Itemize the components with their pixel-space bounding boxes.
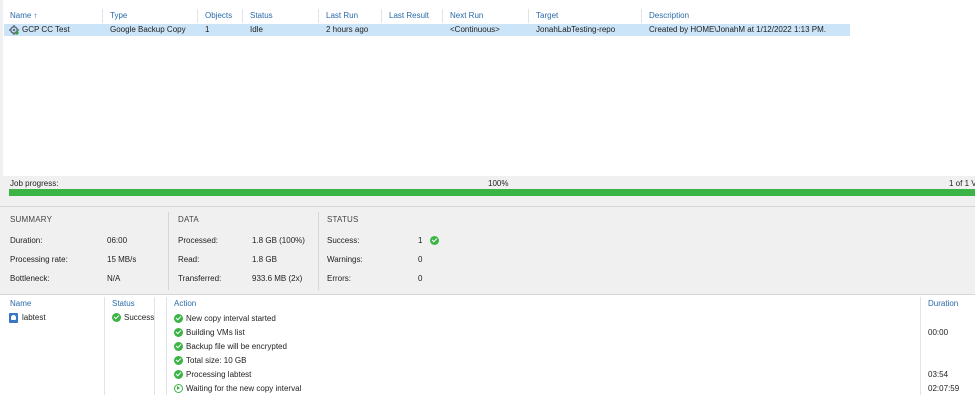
- success-label: Success:: [327, 236, 360, 245]
- vm-status: Success: [124, 313, 155, 322]
- column-divider[interactable]: [381, 9, 382, 23]
- details-col-name[interactable]: Name: [10, 299, 31, 309]
- col-header-type[interactable]: Type: [104, 9, 127, 23]
- action-duration: 03:54: [928, 370, 949, 379]
- duration-label: Duration:: [10, 236, 43, 245]
- action-text: New copy interval started: [186, 314, 276, 323]
- job-objects: 1: [205, 25, 210, 34]
- column-divider[interactable]: [154, 297, 155, 395]
- success-value: 1: [418, 236, 423, 245]
- warnings-label: Warnings:: [327, 255, 363, 264]
- backup-copy-job-icon: [9, 25, 19, 35]
- details-col-duration[interactable]: Duration: [928, 299, 958, 309]
- job-progress-bar: [9, 189, 975, 196]
- job-type: Google Backup Copy: [110, 25, 186, 34]
- job-progress-label: Job progress:: [10, 179, 59, 188]
- col-header-description[interactable]: Description: [643, 9, 689, 23]
- col-header-last-result[interactable]: Last Result: [383, 9, 429, 23]
- processing-rate-value: 15 MB/s: [107, 255, 137, 264]
- column-divider[interactable]: [102, 9, 103, 23]
- job-progress-fill: [9, 189, 975, 196]
- errors-label: Errors:: [327, 274, 351, 283]
- column-divider[interactable]: [104, 297, 105, 395]
- processing-rate-label: Processing rate:: [10, 255, 68, 264]
- action-text: Waiting for the new copy interval: [186, 384, 302, 393]
- col-header-objects[interactable]: Objects: [199, 9, 232, 23]
- sort-ascending-icon: ↑: [33, 11, 38, 20]
- col-header-name[interactable]: Name ↑: [4, 9, 37, 23]
- success-icon: [174, 328, 183, 337]
- col-header-next-run[interactable]: Next Run: [444, 9, 483, 23]
- col-header-last-run[interactable]: Last Run: [320, 9, 358, 23]
- action-text: Backup file will be encrypted: [186, 342, 287, 351]
- job-status: Idle: [250, 25, 263, 34]
- success-icon: [430, 236, 439, 245]
- job-name: GCP CC Test: [22, 25, 70, 34]
- col-header-target[interactable]: Target: [530, 9, 558, 23]
- job-progress-count: 1 of 1 VI: [949, 179, 975, 188]
- column-divider[interactable]: [242, 9, 243, 23]
- action-text: Processing labtest: [186, 370, 252, 379]
- errors-value: 0: [418, 274, 423, 283]
- jobs-grid[interactable]: Name ↑ Type Objects Status Last Run Last …: [0, 0, 975, 176]
- session-details-panel: Name Status Action Duration labtest Succ…: [0, 294, 975, 395]
- job-description: Created by HOME\JonahM at 1/12/2022 1:13…: [649, 25, 826, 34]
- warnings-value: 0: [418, 255, 423, 264]
- processed-value: 1.8 GB (100%): [252, 236, 305, 245]
- column-divider[interactable]: [442, 9, 443, 23]
- vm-icon: [9, 313, 18, 323]
- processed-label: Processed:: [178, 236, 219, 245]
- summary-title: SUMMARY: [10, 215, 53, 224]
- running-icon: [174, 384, 183, 393]
- data-title: DATA: [178, 215, 199, 224]
- statistics-panel: SUMMARY Duration: 06:00 Processing rate:…: [0, 206, 975, 294]
- job-last-run: 2 hours ago: [326, 25, 369, 34]
- success-icon: [174, 342, 183, 351]
- column-divider: [168, 212, 169, 290]
- grid-left-edge: [0, 0, 3, 176]
- column-divider[interactable]: [197, 9, 198, 23]
- column-divider[interactable]: [166, 297, 167, 395]
- read-value: 1.8 GB: [252, 255, 277, 264]
- job-next-run: <Continuous>: [450, 25, 500, 34]
- action-duration: 00:00: [928, 328, 949, 337]
- action-text: Total size: 10 GB: [186, 356, 247, 365]
- duration-value: 06:00: [107, 236, 128, 245]
- column-divider[interactable]: [318, 9, 319, 23]
- action-text: Building VMs list: [186, 328, 245, 337]
- action-duration: 02:07:59: [928, 384, 960, 393]
- bottleneck-label: Bottleneck:: [10, 274, 50, 283]
- job-progress-percent: 100%: [488, 179, 509, 188]
- vm-name: labtest: [22, 313, 46, 322]
- success-icon: [174, 314, 183, 323]
- column-divider[interactable]: [528, 9, 529, 23]
- column-divider[interactable]: [641, 9, 642, 23]
- success-icon: [174, 356, 183, 365]
- bottleneck-value: N/A: [107, 274, 121, 283]
- job-row-selected[interactable]: GCP CC Test Google Backup Copy 1 Idle 2 …: [4, 24, 850, 36]
- job-target: JonahLabTesting-repo: [536, 25, 616, 34]
- details-col-action[interactable]: Action: [174, 299, 196, 309]
- status-title: STATUS: [327, 215, 359, 224]
- column-divider: [318, 212, 319, 290]
- jobs-grid-header: Name ↑ Type Objects Status Last Run Last …: [0, 9, 975, 23]
- job-progress-panel: Job progress: 100% 1 of 1 VI: [0, 176, 975, 206]
- success-icon: [112, 313, 121, 322]
- read-label: Read:: [178, 255, 200, 264]
- details-col-status[interactable]: Status: [112, 299, 135, 309]
- col-header-status[interactable]: Status: [244, 9, 273, 23]
- transferred-value: 933.6 MB (2x): [252, 274, 303, 283]
- success-icon: [174, 370, 183, 379]
- transferred-label: Transferred:: [178, 274, 222, 283]
- column-divider[interactable]: [920, 297, 921, 395]
